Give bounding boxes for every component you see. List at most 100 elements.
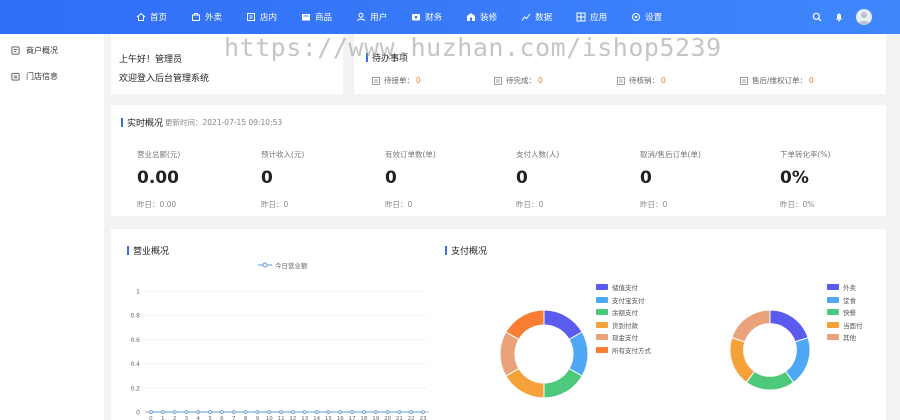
legend-item[interactable]: 外卖 <box>827 281 863 294</box>
stat-label: 取消/售后订单(单) <box>640 150 701 159</box>
x-tick-label: 0 <box>149 416 153 420</box>
legend-item[interactable]: 当面付 <box>827 319 863 332</box>
legend-item[interactable]: 货到付款 <box>596 319 651 332</box>
finance-icon <box>412 14 421 21</box>
doc-icon <box>494 76 502 85</box>
nav-goods[interactable]: 商品 <box>301 11 332 23</box>
todo-label: 售后/维权订单： <box>752 76 808 85</box>
todo-label: 待完成： <box>506 76 536 85</box>
stat-yesterday: 昨日：0.00 <box>137 200 177 209</box>
nav-decorate[interactable]: 装修 <box>466 11 497 23</box>
legend-swatch <box>827 321 839 328</box>
legend-swatch <box>827 296 839 303</box>
sidebar-item-merchant-overview[interactable]: 商户概况 <box>0 42 104 58</box>
user-icon <box>357 12 366 22</box>
x-tick-label: 1 <box>161 416 165 420</box>
stat-label: 预计收入(元) <box>261 150 305 159</box>
sidebar: 商户概况 门店信息 <box>0 34 104 420</box>
todo-pending-accept[interactable]: 待接单： 0 <box>372 75 421 86</box>
main-nav: 首页 外卖 店内 商品 用户 财务 装修 数据 应用 设置 <box>136 0 686 34</box>
nav-takeout[interactable]: 外卖 <box>191 11 222 23</box>
legend-label: 所有支付方式 <box>612 346 651 355</box>
todo-after-sale[interactable]: 售后/维权订单： 0 <box>740 75 814 86</box>
x-tick-label: 8 <box>244 416 248 420</box>
stat-value: 0 <box>640 168 652 188</box>
todo-pending-complete[interactable]: 待完成： 0 <box>494 75 543 86</box>
nav-dine-in[interactable]: 店内 <box>246 11 277 23</box>
nav-apps-label: 应用 <box>590 13 608 23</box>
nav-dine-in-label: 店内 <box>260 13 278 23</box>
avatar[interactable] <box>856 9 872 25</box>
donut-slice <box>505 309 545 341</box>
legend-label: 快餐 <box>843 309 856 318</box>
donut-slice <box>745 370 795 391</box>
search-icon[interactable] <box>812 12 822 22</box>
business-line-chart: 00.20.40.60.810 1 2 3 4 5 6 7 8 9 10 11 12 13 14 15 16 17… <box>130 289 429 420</box>
legend-swatch <box>827 284 839 291</box>
nav-takeout-label: 外卖 <box>205 13 223 23</box>
x-tick-label: 23 <box>420 416 427 420</box>
x-tick-label: 16 <box>337 416 344 420</box>
x-tick-label: 17 <box>349 416 356 420</box>
stat-yesterday: 昨日：0 <box>261 200 289 209</box>
x-tick-label: 20 <box>384 416 391 420</box>
x-tick-label: 10 <box>266 416 273 420</box>
sidebar-item-store-info[interactable]: 门店信息 <box>0 68 104 84</box>
legend-swatch <box>596 284 608 291</box>
stat-label: 支付人数(人) <box>516 150 560 159</box>
store-icon <box>11 72 20 81</box>
x-tick-label: 7 <box>232 416 236 420</box>
order-type-legend: 外卖 堂食快餐当面付 其他 <box>827 281 863 344</box>
realtime-title: 实时概况 <box>121 116 163 129</box>
y-tick-label: 0 <box>136 410 140 417</box>
donut-slice <box>729 337 756 384</box>
stat-label: 营业总额(元) <box>137 150 181 159</box>
x-tick-label: 11 <box>278 416 285 420</box>
greeting-text: 上午好！管理员 <box>119 55 183 65</box>
sidebar-item-label: 门店信息 <box>26 71 58 81</box>
legend-item[interactable]: 支付宝支付 <box>596 294 651 307</box>
nav-home[interactable]: 首页 <box>136 11 167 23</box>
stat-total-revenue: 营业总额(元) 0.00 昨日：0.00 <box>137 149 180 210</box>
donut-slice <box>543 367 583 399</box>
nav-settings[interactable]: 设置 <box>631 11 662 23</box>
legend-item[interactable]: 现金支付 <box>596 331 651 344</box>
legend-line-marker <box>258 262 272 268</box>
stat-value: 0 <box>261 168 273 188</box>
stat-value: 0% <box>780 168 809 188</box>
nav-user[interactable]: 用户 <box>356 11 387 23</box>
donut-slice <box>568 331 589 377</box>
welcome-card: 上午好！管理员 欢迎登入后台管理系统 <box>111 34 343 94</box>
x-tick-label: 3 <box>185 416 189 420</box>
x-tick-label: 12 <box>289 416 296 420</box>
todo-label: 待核销： <box>629 76 659 85</box>
stat-yesterday: 昨日：0 <box>516 200 544 209</box>
takeout-icon <box>192 13 201 21</box>
donut-slice <box>499 331 520 377</box>
nav-settings-label: 设置 <box>645 13 663 23</box>
bell-icon[interactable] <box>834 12 844 22</box>
legend-item[interactable]: 储值支付 <box>596 281 651 294</box>
avatar-person-icon <box>858 12 870 25</box>
legend-label: 当面付 <box>843 321 863 330</box>
legend-item[interactable]: 快餐 <box>827 306 863 319</box>
legend-item[interactable]: 所有支付方式 <box>596 344 651 357</box>
x-tick-label: 13 <box>301 416 308 420</box>
nav-data-label: 数据 <box>535 13 553 23</box>
nav-data[interactable]: 数据 <box>521 11 552 23</box>
order-type-donut <box>729 309 811 391</box>
todo-pending-verify[interactable]: 待核销： 0 <box>617 75 666 86</box>
stat-yesterday: 昨日：0 <box>385 200 413 209</box>
legend-item[interactable]: 余额支付 <box>596 306 651 319</box>
todo-card: 待办事项 待接单： 0 待完成： 0 待核销： 0 售后/维权订单： 0 <box>354 34 886 94</box>
home-icon <box>136 12 146 21</box>
legend-item[interactable]: 堂食 <box>827 294 863 307</box>
update-time: 更新时间：2021-07-15 09:10:53 <box>165 118 283 127</box>
nav-apps[interactable]: 应用 <box>576 11 607 23</box>
nav-finance[interactable]: 财务 <box>411 11 442 23</box>
x-tick-label: 14 <box>313 416 320 420</box>
legend-swatch <box>596 309 608 316</box>
decorate-icon <box>467 13 476 21</box>
legend-item[interactable]: 其他 <box>827 331 863 344</box>
todo-count: 0 <box>809 76 814 85</box>
